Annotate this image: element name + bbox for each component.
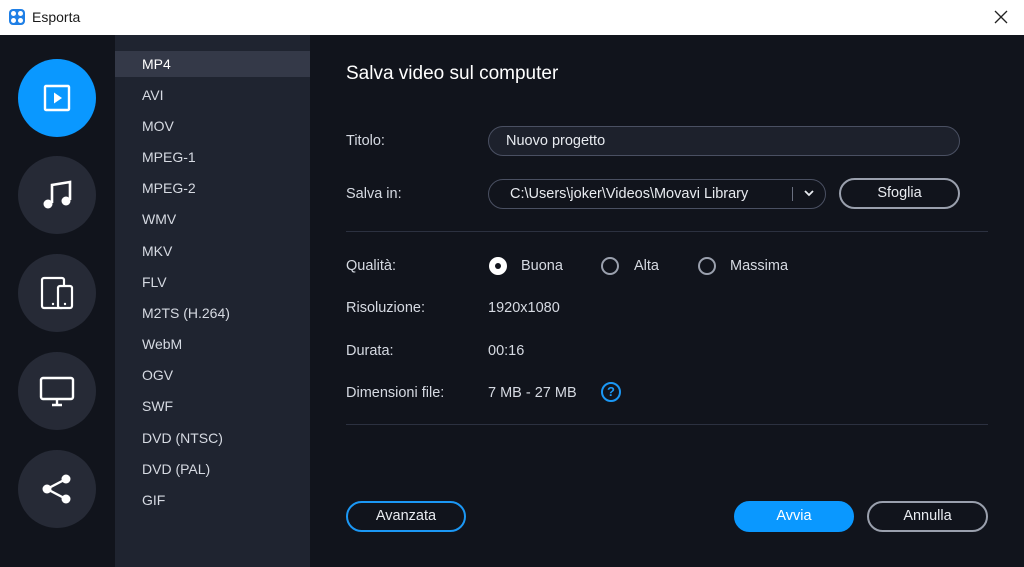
format-item-flv[interactable]: FLV — [115, 269, 310, 295]
format-item-mkv[interactable]: MKV — [115, 238, 310, 264]
close-window-button[interactable] — [978, 0, 1024, 35]
title-input[interactable]: Nuovo progetto — [488, 126, 960, 156]
resolution-label: Risoluzione: — [346, 300, 425, 316]
divider-bottom — [346, 424, 988, 425]
play-video-icon — [43, 84, 71, 112]
divider-top — [346, 231, 988, 232]
movavi-app-icon — [9, 9, 25, 25]
dropdown-separator — [792, 187, 793, 201]
page-title: Salva video sul computer — [346, 63, 559, 84]
format-list: MP4 AVI MOV MPEG-1 MPEG-2 WMV MKV FLV M2… — [115, 35, 310, 567]
save-path-value: C:\Users\joker\Videos\Movavi Library — [510, 186, 749, 202]
save-path-dropdown[interactable]: C:\Users\joker\Videos\Movavi Library — [488, 179, 826, 209]
category-video-button[interactable] — [18, 59, 96, 137]
help-icon[interactable]: ? — [601, 382, 621, 402]
quality-option-alta-label[interactable]: Alta — [634, 258, 659, 274]
format-item-gif[interactable]: GIF — [115, 487, 310, 513]
file-size-label: Dimensioni file: — [346, 385, 445, 401]
chevron-down-icon — [804, 190, 814, 197]
quality-radio-alta[interactable] — [601, 257, 619, 275]
duration-value: 00:16 — [488, 343, 525, 359]
quality-option-buona-label[interactable]: Buona — [521, 258, 563, 274]
quality-radio-buona[interactable] — [489, 257, 507, 275]
category-audio-button[interactable] — [18, 156, 96, 234]
format-item-swf[interactable]: SWF — [115, 393, 310, 419]
close-icon — [994, 10, 1008, 24]
format-item-m2ts[interactable]: M2TS (H.264) — [115, 300, 310, 326]
monitor-icon — [39, 376, 75, 407]
export-category-bar — [0, 35, 115, 567]
resolution-value: 1920x1080 — [488, 300, 560, 316]
duration-label: Durata: — [346, 343, 394, 359]
music-note-icon — [43, 180, 72, 209]
category-tv-button[interactable] — [18, 352, 96, 430]
export-settings-panel: Salva video sul computer Titolo: Nuovo p… — [310, 35, 1024, 567]
quality-radio-massima[interactable] — [698, 257, 716, 275]
title-label: Titolo: — [346, 133, 385, 149]
browse-button[interactable]: Sfoglia — [839, 178, 960, 209]
format-item-webm[interactable]: WebM — [115, 331, 310, 357]
devices-icon — [40, 276, 74, 310]
title-bar: Esporta — [0, 0, 1024, 35]
save-in-label: Salva in: — [346, 186, 402, 202]
format-item-mp4[interactable]: MP4 — [115, 51, 310, 77]
format-item-wmv[interactable]: WMV — [115, 206, 310, 232]
format-item-mov[interactable]: MOV — [115, 113, 310, 139]
cancel-button[interactable]: Annulla — [867, 501, 988, 532]
window-title: Esporta — [32, 9, 81, 25]
format-item-mpeg1[interactable]: MPEG-1 — [115, 144, 310, 170]
share-icon — [42, 474, 71, 504]
format-item-mpeg2[interactable]: MPEG-2 — [115, 175, 310, 201]
format-item-dvd-pal[interactable]: DVD (PAL) — [115, 456, 310, 482]
quality-label: Qualità: — [346, 258, 396, 274]
category-share-button[interactable] — [18, 450, 96, 528]
start-export-button[interactable]: Avvia — [734, 501, 854, 532]
format-item-ogv[interactable]: OGV — [115, 362, 310, 388]
format-item-dvd-ntsc[interactable]: DVD (NTSC) — [115, 425, 310, 451]
quality-option-massima-label[interactable]: Massima — [730, 258, 788, 274]
format-item-avi[interactable]: AVI — [115, 82, 310, 108]
advanced-button[interactable]: Avanzata — [346, 501, 466, 532]
category-devices-button[interactable] — [18, 254, 96, 332]
export-window: Esporta MP4 AVI MOV MPEG-1 MPEG-2 WMV MK… — [0, 0, 1024, 567]
file-size-value: 7 MB - 27 MB — [488, 385, 577, 401]
